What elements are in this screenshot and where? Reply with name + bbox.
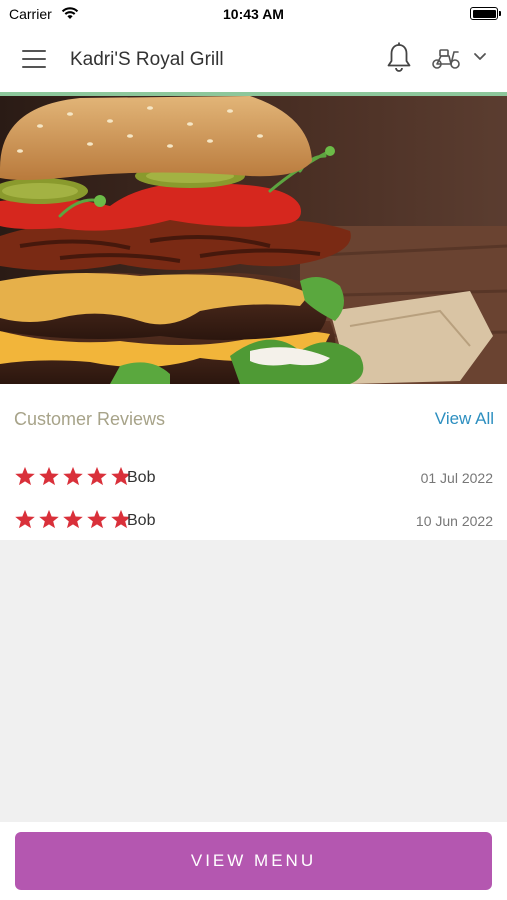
bottom-action-bar: VIEW MENU — [0, 822, 507, 900]
page-title: Kadri'S Royal Grill — [70, 49, 224, 70]
star-icon — [63, 509, 83, 529]
scooter-icon[interactable] — [431, 46, 461, 70]
reviews-heading: Customer Reviews — [14, 409, 166, 429]
status-time: 10:43 AM — [223, 6, 284, 22]
view-menu-button[interactable]: VIEW MENU — [15, 832, 492, 890]
review-row: Bob 10 Jun 2022 — [0, 507, 507, 537]
star-rating — [14, 466, 132, 487]
reviewer-name: Bob — [127, 469, 156, 486]
star-icon — [87, 509, 107, 529]
top-app-bar: Kadri'S Royal Grill — [0, 28, 507, 92]
reviewer-name: Bob — [127, 512, 156, 529]
battery-icon — [470, 7, 501, 20]
menu-icon[interactable] — [22, 48, 48, 70]
status-bar: Carrier 10:43 AM — [0, 0, 507, 28]
restaurant-hero-image — [0, 96, 507, 384]
star-icon — [63, 466, 83, 486]
star-icon — [39, 509, 59, 529]
customer-reviews-section: Customer Reviews View All Bob 01 Jul 202… — [0, 384, 507, 540]
star-icon — [87, 466, 107, 486]
star-icon — [15, 509, 35, 529]
star-icon — [15, 466, 35, 486]
review-date: 01 Jul 2022 — [420, 470, 493, 486]
star-icon — [39, 466, 59, 486]
review-date: 10 Jun 2022 — [415, 513, 493, 529]
review-row: Bob 01 Jul 2022 — [0, 464, 507, 494]
bell-icon[interactable] — [386, 42, 412, 74]
view-all-reviews-link[interactable]: View All — [435, 409, 494, 429]
chevron-down-icon[interactable] — [473, 52, 487, 62]
star-rating — [14, 509, 132, 530]
